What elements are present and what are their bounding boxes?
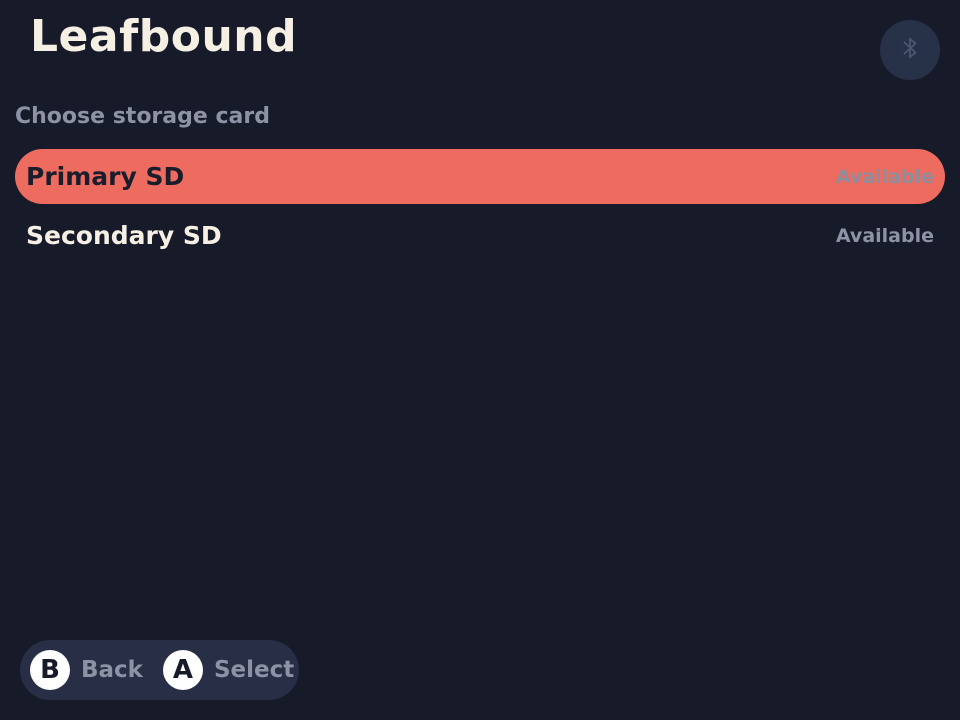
storage-item-label: Primary SD [26, 162, 185, 191]
b-button-icon: B [30, 650, 70, 690]
select-hint[interactable]: A Select [162, 650, 295, 690]
bluetooth-button[interactable] [880, 20, 940, 80]
storage-item-secondary-sd[interactable]: Secondary SD Available [15, 208, 945, 263]
button-hint-bar: B Back A Select [20, 640, 299, 700]
storage-item-status: Available [835, 165, 934, 188]
back-hint[interactable]: B Back [30, 650, 143, 690]
page-subtitle: Choose storage card [15, 104, 270, 129]
back-hint-label: Back [81, 657, 143, 683]
storage-item-primary-sd[interactable]: Primary SD Available [15, 149, 945, 204]
bluetooth-icon [899, 35, 921, 65]
storage-item-label: Secondary SD [26, 221, 222, 250]
storage-item-status: Available [835, 224, 934, 247]
app-title: Leafbound [30, 11, 298, 62]
storage-card-list: Primary SD Available Secondary SD Availa… [15, 149, 945, 267]
select-hint-label: Select [213, 657, 295, 683]
a-button-icon: A [162, 650, 203, 690]
storage-select-screen: Leafbound Choose storage card Primary SD… [0, 0, 960, 720]
